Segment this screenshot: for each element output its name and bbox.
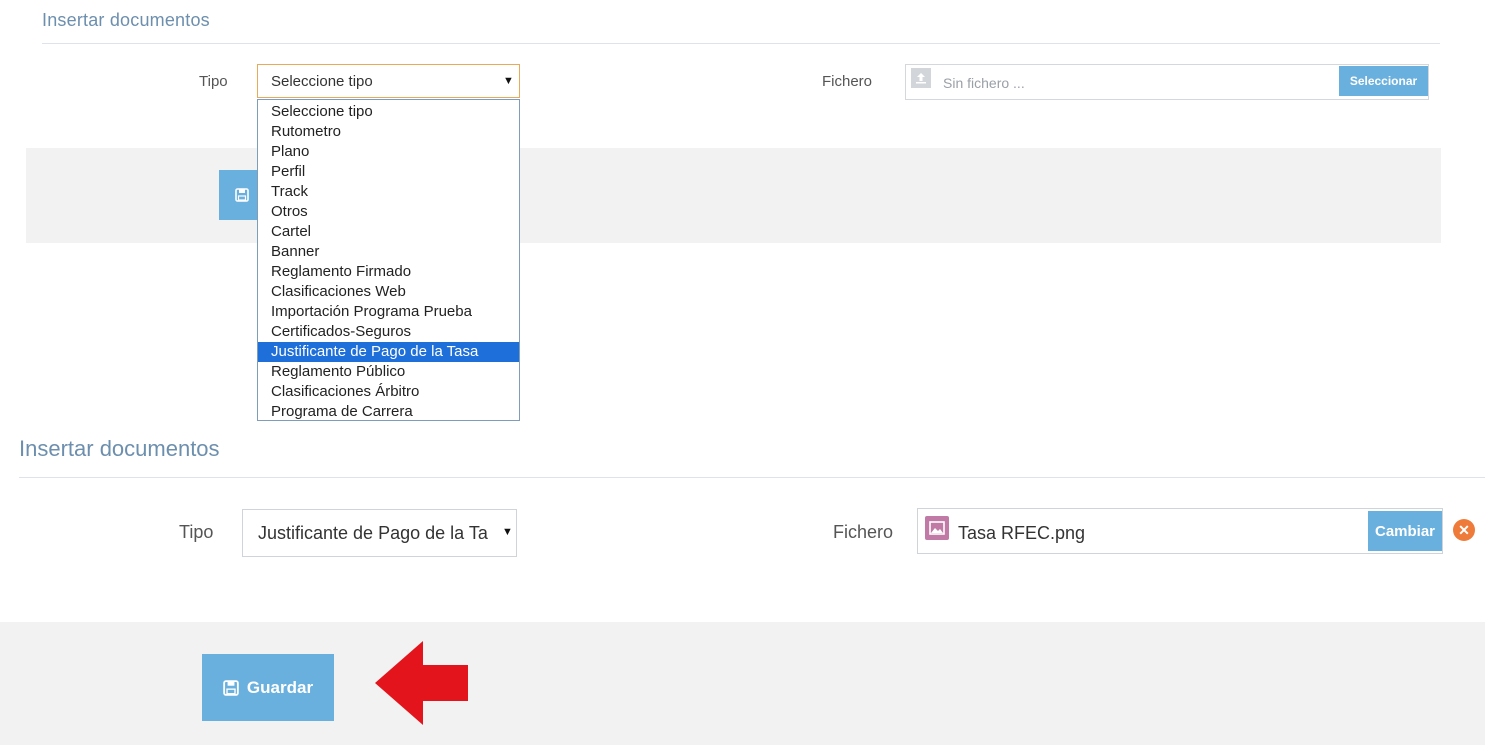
dropdown-option[interactable]: Programa de Carrera [258, 402, 519, 422]
fichero-label-top: Fichero [822, 73, 873, 90]
section-title-bottom: Insertar documentos [19, 436, 220, 461]
dropdown-option[interactable]: Reglamento Firmado [258, 262, 519, 282]
caret-down-icon: ▼ [503, 75, 514, 87]
dropdown-option[interactable]: Importación Programa Prueba [258, 302, 519, 322]
dropdown-option[interactable]: Cartel [258, 222, 519, 242]
title-divider-top [42, 43, 1440, 44]
section-title-top: Insertar documentos [42, 10, 210, 30]
dropdown-option-highlighted[interactable]: Justificante de Pago de la Tasa [258, 342, 519, 362]
dropdown-option[interactable]: Rutometro [258, 122, 519, 142]
tipo-select-value-top: Seleccione tipo [271, 73, 373, 90]
tipo-select-top[interactable]: Seleccione tipo ▼ [257, 64, 520, 98]
select-file-button[interactable]: Seleccionar [1339, 66, 1428, 96]
tipo-select-value-bottom: Justificante de Pago de la Ta [258, 523, 488, 543]
red-arrow-annotation [375, 641, 468, 725]
image-file-icon [925, 516, 949, 540]
change-file-button[interactable]: Cambiar [1368, 511, 1442, 551]
dropdown-option[interactable]: Clasificaciones Web [258, 282, 519, 302]
tipo-label-bottom: Tipo [179, 522, 214, 542]
caret-down-icon: ▼ [496, 526, 513, 538]
file-input-bottom[interactable]: Tasa RFEC.png Cambiar [917, 508, 1443, 554]
dropdown-option[interactable]: Plano [258, 142, 519, 162]
tipo-select-bottom[interactable]: Justificante de Pago de la Ta ▼ [242, 509, 517, 557]
title-divider-bottom [19, 477, 1485, 478]
dropdown-option[interactable]: Perfil [258, 162, 519, 182]
dropdown-option[interactable]: Reglamento Público [258, 362, 519, 382]
dropdown-option[interactable]: Otros [258, 202, 519, 222]
tipo-label-top: Tipo [199, 73, 228, 90]
save-button[interactable]: Guardar [202, 654, 334, 721]
fichero-label-bottom: Fichero [833, 522, 894, 542]
remove-icon[interactable]: ✕ [1453, 519, 1475, 541]
upload-icon [911, 68, 931, 88]
dropdown-option[interactable]: Certificados-Seguros [258, 322, 519, 342]
file-input-top[interactable]: Sin fichero ... Seleccionar [905, 64, 1429, 100]
floppy-disk-icon [223, 679, 239, 696]
dropdown-option[interactable]: Banner [258, 242, 519, 262]
file-name: Tasa RFEC.png [958, 523, 1086, 543]
dropdown-option[interactable]: Track [258, 182, 519, 202]
floppy-disk-icon [235, 188, 249, 202]
dropdown-option[interactable]: Seleccione tipo [258, 102, 519, 122]
save-button-label: Guardar [246, 677, 314, 697]
file-placeholder: Sin fichero ... [943, 75, 1025, 91]
tipo-dropdown-list[interactable]: Seleccione tipo Rutometro Plano Perfil T… [257, 99, 520, 421]
dropdown-option[interactable]: Clasificaciones Árbitro [258, 382, 519, 402]
